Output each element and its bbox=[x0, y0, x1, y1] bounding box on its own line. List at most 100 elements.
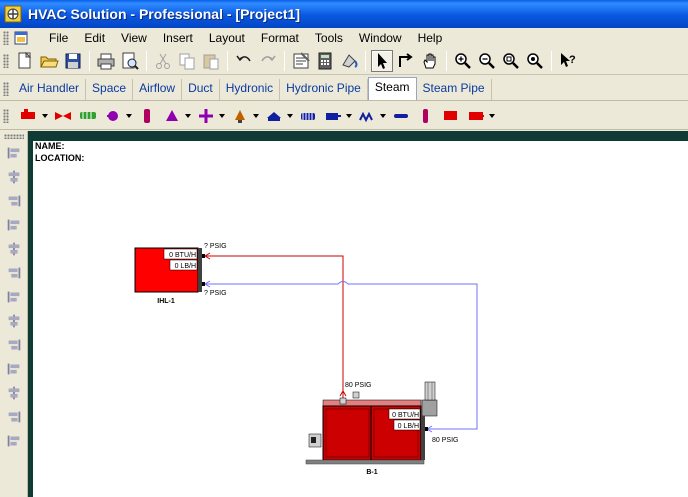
redo-icon[interactable] bbox=[257, 50, 279, 72]
steam-load-component-icon bbox=[469, 111, 484, 120]
boiler-component-button[interactable] bbox=[19, 106, 48, 126]
save-icon[interactable] bbox=[62, 50, 84, 72]
tab-space[interactable]: Space bbox=[86, 79, 134, 100]
document-icon[interactable] bbox=[13, 30, 29, 46]
convector-component-button[interactable] bbox=[357, 106, 386, 126]
load-return-pressure: ? PSIG bbox=[204, 290, 227, 297]
context-help-icon[interactable]: ? bbox=[557, 50, 579, 72]
space-horizontal-icon[interactable] bbox=[4, 287, 24, 307]
separator-component-button[interactable] bbox=[162, 106, 191, 126]
pipe-component-button[interactable] bbox=[416, 106, 436, 126]
chevron-down-icon[interactable] bbox=[287, 113, 293, 118]
toolbar-grip[interactable] bbox=[3, 54, 9, 68]
pressure-reducer-component-icon bbox=[235, 109, 245, 123]
chevron-down-icon[interactable] bbox=[489, 113, 495, 118]
align-right-icon[interactable] bbox=[4, 191, 24, 211]
coil-component-icon bbox=[326, 112, 341, 120]
tab-air-handler[interactable]: Air Handler bbox=[13, 79, 87, 100]
same-height-icon[interactable] bbox=[4, 359, 24, 379]
unit-heater-component-icon bbox=[267, 111, 281, 121]
zoom-out-icon[interactable] bbox=[476, 50, 498, 72]
chevron-down-icon[interactable] bbox=[126, 113, 132, 118]
copy-icon[interactable] bbox=[176, 50, 198, 72]
properties-icon[interactable] bbox=[290, 50, 312, 72]
palette-grip[interactable] bbox=[3, 108, 9, 123]
menu-view[interactable]: View bbox=[113, 31, 155, 45]
menu-tools[interactable]: Tools bbox=[307, 31, 351, 45]
tabstrip-grip[interactable] bbox=[3, 82, 9, 96]
paste-icon[interactable] bbox=[200, 50, 222, 72]
drawing-canvas[interactable]: 0 BTU/H 0 LB/H ? PSIG ? PSIG IHL-1 0 BTU… bbox=[33, 141, 688, 497]
chevron-down-icon[interactable] bbox=[42, 113, 48, 118]
menubar-grip[interactable] bbox=[3, 31, 9, 45]
tab-duct[interactable]: Duct bbox=[182, 79, 220, 100]
toolbar-separator bbox=[89, 51, 90, 71]
boiler-return-pressure: 80 PSIG bbox=[432, 437, 458, 444]
same-size-icon[interactable] bbox=[4, 383, 24, 403]
trap-component-button[interactable] bbox=[196, 106, 225, 126]
zoom-fit-icon[interactable] bbox=[500, 50, 522, 72]
tab-steam[interactable]: Steam bbox=[367, 77, 417, 100]
fitting-component-icon bbox=[394, 113, 408, 118]
chevron-down-icon[interactable] bbox=[185, 113, 191, 118]
new-document-icon[interactable] bbox=[14, 50, 36, 72]
chevron-down-icon[interactable] bbox=[253, 113, 259, 118]
unit-heater-component-button[interactable] bbox=[264, 106, 293, 126]
coil-component-button[interactable] bbox=[323, 106, 352, 126]
align-middle-icon[interactable] bbox=[4, 239, 24, 259]
connector-icon[interactable] bbox=[395, 50, 417, 72]
fitting-component-button[interactable] bbox=[391, 106, 411, 126]
menu-bar: File Edit View Insert Layout Format Tools Windo… bbox=[0, 28, 688, 48]
undo-icon[interactable] bbox=[233, 50, 255, 72]
radiator-component-button[interactable] bbox=[298, 106, 318, 126]
gauge-component-button[interactable] bbox=[441, 106, 461, 126]
menu-insert[interactable]: Insert bbox=[155, 31, 201, 45]
heat-exchanger-component-button[interactable] bbox=[78, 106, 98, 126]
ungroup-icon[interactable] bbox=[4, 431, 24, 451]
group-icon[interactable] bbox=[4, 407, 24, 427]
menu-layout[interactable]: Layout bbox=[201, 31, 253, 45]
steam-valve-component-button[interactable] bbox=[53, 106, 73, 126]
menu-format[interactable]: Format bbox=[253, 31, 307, 45]
paint-icon[interactable] bbox=[338, 50, 360, 72]
menu-edit[interactable]: Edit bbox=[76, 31, 113, 45]
calculator-icon[interactable] bbox=[314, 50, 336, 72]
chevron-down-icon[interactable] bbox=[219, 113, 225, 118]
pointer-icon[interactable] bbox=[371, 50, 393, 72]
space-vertical-icon[interactable] bbox=[4, 311, 24, 331]
same-width-icon[interactable] bbox=[4, 335, 24, 355]
align-center-icon[interactable] bbox=[4, 167, 24, 187]
tab-hydronic[interactable]: Hydronic bbox=[220, 79, 281, 100]
open-folder-icon[interactable] bbox=[38, 50, 60, 72]
leftbar-grip[interactable] bbox=[4, 134, 24, 139]
zoom-window-icon[interactable] bbox=[524, 50, 546, 72]
tab-hydronic-pipe[interactable]: Hydronic Pipe bbox=[280, 79, 368, 100]
chevron-down-icon[interactable] bbox=[346, 113, 352, 118]
boiler-burner-stack bbox=[424, 381, 436, 401]
trap-component-icon bbox=[199, 108, 213, 123]
tank-component-button[interactable] bbox=[137, 106, 157, 126]
cut-icon[interactable] bbox=[152, 50, 174, 72]
tab-airflow[interactable]: Airflow bbox=[133, 79, 183, 100]
print-icon[interactable] bbox=[95, 50, 117, 72]
align-top-icon[interactable] bbox=[4, 215, 24, 235]
pump-component-button[interactable] bbox=[103, 106, 132, 126]
align-bottom-icon[interactable] bbox=[4, 263, 24, 283]
pan-hand-icon[interactable] bbox=[419, 50, 441, 72]
standard-toolbar: ? bbox=[0, 48, 688, 75]
load-connector-plate bbox=[198, 248, 202, 292]
zoom-in-icon[interactable] bbox=[452, 50, 474, 72]
load-btuh-value: 0 BTU/H bbox=[169, 252, 196, 259]
tab-steam-pipe[interactable]: Steam Pipe bbox=[417, 79, 492, 100]
app-icon bbox=[4, 5, 22, 23]
align-left-icon[interactable] bbox=[4, 143, 24, 163]
pressure-reducer-component-button[interactable] bbox=[230, 106, 259, 126]
toolbar-separator bbox=[227, 51, 228, 71]
print-preview-icon[interactable] bbox=[119, 50, 141, 72]
menu-help[interactable]: Help bbox=[410, 31, 451, 45]
chevron-down-icon[interactable] bbox=[380, 113, 386, 118]
menu-window[interactable]: Window bbox=[351, 31, 410, 45]
steam-load-component-button[interactable] bbox=[466, 106, 495, 126]
toolbar-separator bbox=[365, 51, 366, 71]
menu-file[interactable]: File bbox=[41, 31, 76, 45]
